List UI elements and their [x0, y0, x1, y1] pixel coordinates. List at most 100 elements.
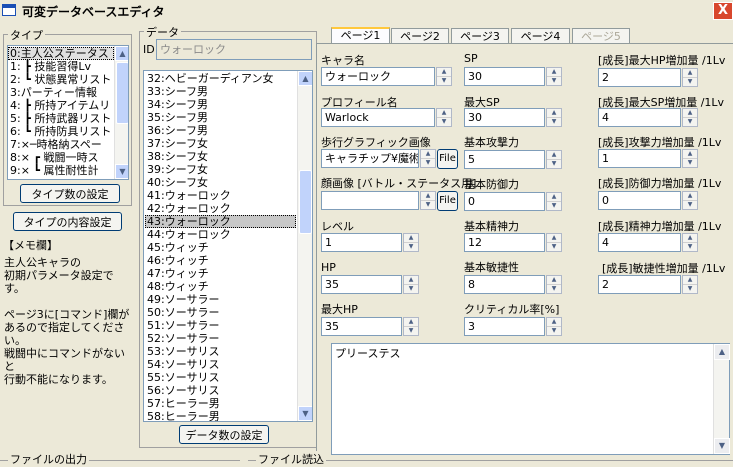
spin-down-icon[interactable]: ▼ [437, 118, 451, 127]
description-scrollbar[interactable]: ▲ ▼ [713, 344, 730, 454]
type-list-item[interactable]: 6: ┗ 所持防具リスト [8, 125, 114, 138]
data-list-item[interactable]: 57:ヒーラー男 [145, 397, 296, 410]
spin-down-icon[interactable]: ▼ [547, 118, 561, 127]
profile-name-field[interactable]: Warlock [321, 108, 435, 127]
spin-up-icon[interactable]: ▲ [421, 150, 435, 159]
data-list-item[interactable]: 52:ソーサラー [145, 332, 296, 345]
spin-down-icon[interactable]: ▼ [421, 159, 435, 168]
memo-text[interactable]: 主人公キャラの 初期パラメータ設定です。 ページ3に[コマンド]欄が あるので指… [4, 256, 132, 446]
spin-up-icon[interactable]: ▲ [547, 318, 561, 327]
tab-page3[interactable]: ページ3 [451, 28, 509, 43]
max-hp-spinner[interactable]: ▲ ▼ [403, 317, 419, 336]
spin-down-icon[interactable]: ▼ [683, 78, 697, 87]
spin-up-icon[interactable]: ▲ [683, 234, 697, 243]
spin-down-icon[interactable]: ▼ [683, 201, 697, 210]
walk-graphic-spinner[interactable]: ▲ ▼ [420, 149, 436, 168]
type-list-item[interactable]: 4: ┣ 所持アイテムリ [8, 99, 114, 112]
tab-page1[interactable]: ページ1 [331, 27, 390, 44]
spin-down-icon[interactable]: ▼ [437, 77, 451, 86]
spin-down-icon[interactable]: ▼ [404, 243, 418, 252]
spin-up-icon[interactable]: ▲ [404, 318, 418, 327]
data-list-item[interactable]: 40:シーフ女 [145, 176, 296, 189]
level-field[interactable]: 1 [321, 233, 402, 252]
spirit-field[interactable]: 12 [464, 233, 545, 252]
id-field[interactable]: ウォーロック [156, 39, 312, 60]
data-list-scrollbar[interactable]: ▲ ▼ [297, 71, 312, 421]
attack-field[interactable]: 5 [464, 150, 545, 169]
data-list-item[interactable]: 33:シーフ男 [145, 85, 296, 98]
data-list-item[interactable]: 34:シーフ男 [145, 98, 296, 111]
spin-up-icon[interactable]: ▲ [547, 68, 561, 77]
spin-up-icon[interactable]: ▲ [437, 109, 451, 118]
spin-down-icon[interactable]: ▼ [683, 159, 697, 168]
sp-spinner[interactable]: ▲ ▼ [546, 67, 562, 86]
scroll-down-icon[interactable]: ▼ [298, 406, 312, 421]
spin-down-icon[interactable]: ▼ [421, 201, 435, 210]
data-list-item[interactable]: 46:ウィッチ [145, 254, 296, 267]
data-list-item[interactable]: 41:ウォーロック [145, 189, 296, 202]
max-hp-field[interactable]: 35 [321, 317, 402, 336]
spin-up-icon[interactable]: ▲ [404, 276, 418, 285]
type-list-item[interactable]: 0:主人公ステータス [8, 47, 114, 60]
data-list-item[interactable]: 42:ウォーロック [145, 202, 296, 215]
spin-up-icon[interactable]: ▲ [437, 68, 451, 77]
data-list-item[interactable]: 36:シーフ男 [145, 124, 296, 137]
critical-spinner[interactable]: ▲ ▼ [546, 317, 562, 336]
grow-attack-spinner[interactable]: ▲ ▼ [682, 149, 698, 168]
data-list-item[interactable]: 56:ソーサリス [145, 384, 296, 397]
chara-name-field[interactable]: ウォーロック [321, 67, 435, 86]
spin-down-icon[interactable]: ▼ [547, 77, 561, 86]
defense-spinner[interactable]: ▲ ▼ [546, 192, 562, 211]
spin-up-icon[interactable]: ▲ [421, 192, 435, 201]
scroll-up-icon[interactable]: ▲ [115, 46, 128, 61]
data-list-item[interactable]: 55:ソーサリス [145, 371, 296, 384]
attack-spinner[interactable]: ▲ ▼ [546, 150, 562, 169]
scroll-down-icon[interactable]: ▼ [115, 164, 128, 179]
type-list-item[interactable]: 3:パーティー情報 [8, 86, 114, 99]
scroll-down-icon[interactable]: ▼ [714, 438, 730, 454]
spin-down-icon[interactable]: ▼ [547, 243, 561, 252]
sp-field[interactable]: 30 [464, 67, 545, 86]
spin-up-icon[interactable]: ▲ [547, 109, 561, 118]
spin-up-icon[interactable]: ▲ [547, 276, 561, 285]
grow-defense-field[interactable]: 0 [598, 191, 681, 210]
data-list-item[interactable]: 54:ソーサリス [145, 358, 296, 371]
data-list-item[interactable]: 39:シーフ女 [145, 163, 296, 176]
face-image-spinner[interactable]: ▲ ▼ [420, 191, 436, 210]
data-list-item[interactable]: 35:シーフ男 [145, 111, 296, 124]
type-list-scrollbar[interactable]: ▲ ▼ [114, 46, 128, 179]
data-list-item[interactable]: 37:シーフ女 [145, 137, 296, 150]
type-count-button[interactable]: タイプ数の設定 [20, 184, 120, 203]
spin-down-icon[interactable]: ▼ [404, 285, 418, 294]
spin-up-icon[interactable]: ▲ [683, 276, 697, 285]
grow-spirit-spinner[interactable]: ▲ ▼ [682, 233, 698, 252]
tab-page2[interactable]: ページ2 [391, 28, 449, 43]
grow-spirit-field[interactable]: 4 [598, 233, 681, 252]
scroll-up-icon[interactable]: ▲ [298, 71, 312, 86]
spin-down-icon[interactable]: ▼ [547, 285, 561, 294]
data-list-item[interactable]: 32:ヘビーガーディアン女 [145, 72, 296, 85]
scroll-thumb[interactable] [299, 170, 312, 234]
type-list-item[interactable]: 7:×─時格納スペー [8, 138, 114, 151]
spirit-spinner[interactable]: ▲ ▼ [546, 233, 562, 252]
type-list-item[interactable]: 8:× ┏ 戦闘一時ス [8, 151, 114, 164]
spin-down-icon[interactable]: ▼ [547, 202, 561, 211]
spin-down-icon[interactable]: ▼ [404, 327, 418, 336]
data-list-item[interactable]: 51:ソーサラー [145, 319, 296, 332]
max-sp-spinner[interactable]: ▲ ▼ [546, 108, 562, 127]
walk-graphic-file-button[interactable]: File [437, 149, 458, 169]
spin-up-icon[interactable]: ▲ [683, 150, 697, 159]
data-count-button[interactable]: データ数の設定 [179, 425, 269, 444]
grow-max-hp-spinner[interactable]: ▲ ▼ [682, 68, 698, 87]
data-list-item[interactable]: 53:ソーサリス [145, 345, 296, 358]
chara-name-spinner[interactable]: ▲ ▼ [436, 67, 452, 86]
agility-field[interactable]: 8 [464, 275, 545, 294]
spin-down-icon[interactable]: ▼ [683, 285, 697, 294]
data-list-item[interactable]: 58:ヒーラー男 [145, 410, 296, 421]
spin-up-icon[interactable]: ▲ [683, 192, 697, 201]
data-list-item[interactable]: 38:シーフ女 [145, 150, 296, 163]
grow-max-sp-field[interactable]: 4 [598, 108, 681, 127]
spin-up-icon[interactable]: ▲ [404, 234, 418, 243]
spin-down-icon[interactable]: ▼ [547, 327, 561, 336]
data-list-item[interactable]: 45:ウィッチ [145, 241, 296, 254]
